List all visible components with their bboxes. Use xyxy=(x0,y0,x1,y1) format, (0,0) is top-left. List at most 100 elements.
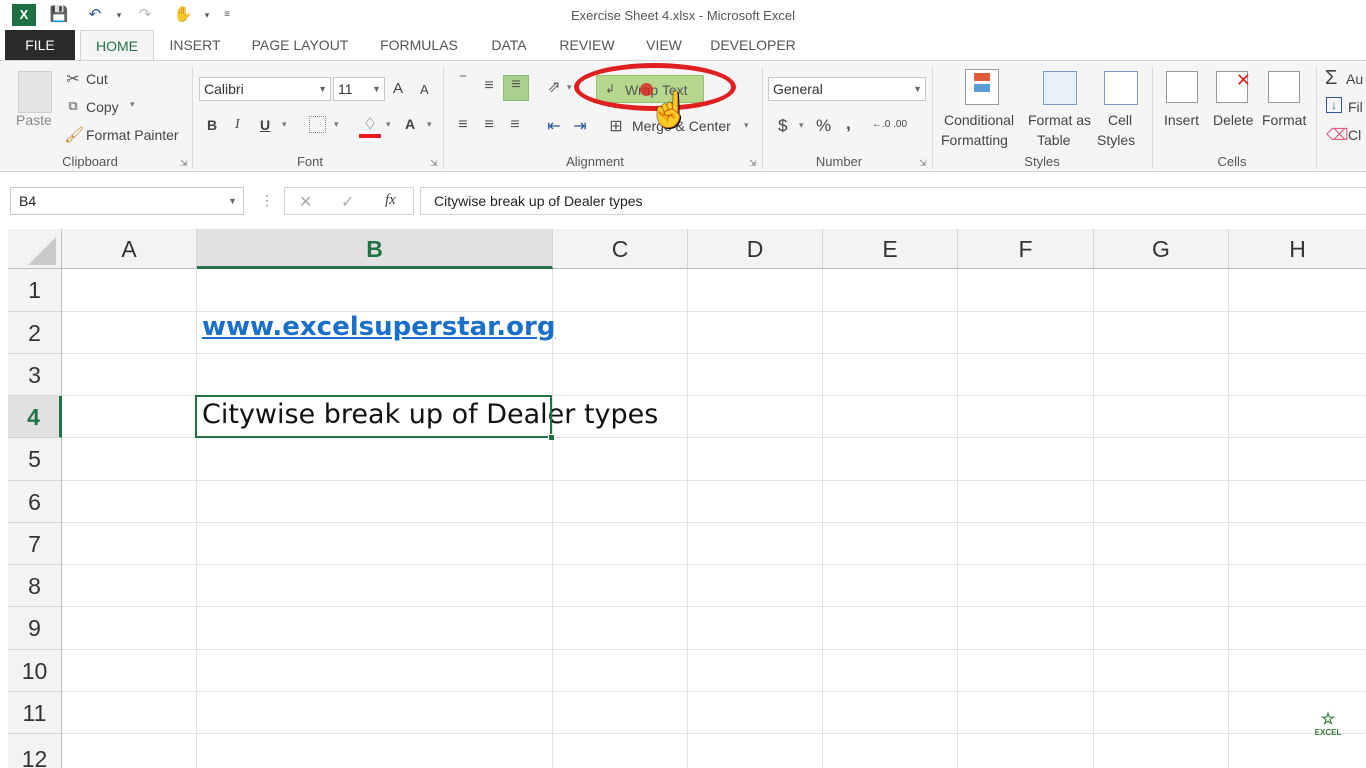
conditional-formatting-label[interactable]: Conditional xyxy=(944,112,1014,128)
insert-button[interactable]: Insert xyxy=(1164,112,1199,128)
conditional-formatting-icon[interactable] xyxy=(965,69,999,105)
cell-b2-hyperlink[interactable]: www.excelsuperstar.org xyxy=(202,312,555,342)
chevron-down-icon[interactable]: ▼ xyxy=(228,188,237,214)
row-header-3[interactable]: 3 xyxy=(8,354,62,396)
bottom-align-icon[interactable]: ≡ xyxy=(503,75,529,101)
column-header-a[interactable]: A xyxy=(62,229,197,269)
top-align-icon[interactable]: ‾ xyxy=(453,75,473,93)
name-box[interactable]: B4 ▼ xyxy=(10,187,244,215)
copy-dropdown-icon[interactable]: ▾ xyxy=(130,99,135,110)
orientation-dropdown-icon[interactable]: ▾ xyxy=(567,82,572,93)
tab-home[interactable]: HOME xyxy=(80,30,154,61)
alignment-launcher-icon[interactable]: ⇲ xyxy=(749,158,757,169)
copy-button[interactable]: Copy xyxy=(86,99,119,115)
row-header-4[interactable]: 4 xyxy=(8,396,62,438)
format-button[interactable]: Format xyxy=(1262,112,1306,128)
fill-color-dropdown-icon[interactable]: ▾ xyxy=(386,119,391,130)
font-size-combo[interactable]: 11 ▼ xyxy=(333,77,385,101)
grow-font-button[interactable]: A xyxy=(393,80,403,97)
cell-styles-icon[interactable] xyxy=(1104,71,1138,105)
column-header-f[interactable]: F xyxy=(958,229,1094,269)
tab-insert[interactable]: INSERT xyxy=(160,30,230,60)
clear-button[interactable]: Cl xyxy=(1348,127,1361,143)
delete-button[interactable]: Delete xyxy=(1213,112,1253,128)
row-header-9[interactable]: 9 xyxy=(8,607,62,650)
row-header-1[interactable]: 1 xyxy=(8,269,62,312)
row-header-6[interactable]: 6 xyxy=(8,481,62,523)
tab-formulas[interactable]: FORMULAS xyxy=(370,30,468,60)
column-header-d[interactable]: D xyxy=(688,229,823,269)
borders-icon[interactable] xyxy=(309,116,326,133)
comma-button[interactable]: , xyxy=(846,114,851,134)
formula-input[interactable]: Citywise break up of Dealer types xyxy=(420,187,1366,215)
align-left-icon[interactable]: ≡ xyxy=(453,116,473,134)
borders-dropdown-icon[interactable]: ▾ xyxy=(334,119,339,130)
orientation-icon[interactable]: ⇗ xyxy=(543,77,565,97)
underline-button[interactable]: U xyxy=(260,117,270,133)
tab-page-layout[interactable]: PAGE LAYOUT xyxy=(240,30,360,60)
format-as-table-label-2[interactable]: Table xyxy=(1037,132,1070,148)
column-header-c[interactable]: C xyxy=(553,229,688,269)
shrink-font-button[interactable]: A xyxy=(420,82,429,97)
italic-button[interactable]: I xyxy=(235,117,240,133)
fill-button[interactable]: Fil xyxy=(1348,99,1363,115)
paste-icon[interactable] xyxy=(18,71,52,113)
row-header-11[interactable]: 11 xyxy=(8,692,62,734)
percent-button[interactable]: % xyxy=(816,116,831,136)
more-options-icon[interactable]: ⋮ xyxy=(260,192,274,209)
conditional-formatting-label-2[interactable]: Formatting xyxy=(941,132,1008,148)
column-header-g[interactable]: G xyxy=(1094,229,1229,269)
tab-data[interactable]: DATA xyxy=(480,30,538,60)
row-header-7[interactable]: 7 xyxy=(8,523,62,565)
cut-button[interactable]: Cut xyxy=(86,71,108,87)
cell-styles-label[interactable]: Cell xyxy=(1108,112,1132,128)
currency-dropdown-icon[interactable]: ▾ xyxy=(799,120,804,131)
decrease-indent-icon[interactable]: ⇤ xyxy=(543,116,565,136)
delete-cells-icon[interactable]: ✕ xyxy=(1216,70,1251,103)
increase-indent-icon[interactable]: ⇥ xyxy=(569,116,591,136)
row-header-2[interactable]: 2 xyxy=(8,312,62,354)
middle-align-icon[interactable]: ≡ xyxy=(479,77,499,95)
font-launcher-icon[interactable]: ⇲ xyxy=(430,158,438,169)
tab-file[interactable]: FILE xyxy=(5,30,75,60)
eraser-icon[interactable]: ⌫ xyxy=(1326,125,1349,145)
row-header-5[interactable]: 5 xyxy=(8,438,62,481)
insert-function-icon[interactable]: fx xyxy=(385,192,396,209)
align-center-icon[interactable]: ≡ xyxy=(479,116,499,134)
cell-styles-label-2[interactable]: Styles xyxy=(1097,132,1135,148)
format-painter-icon[interactable]: 🖌 xyxy=(64,125,84,145)
tab-review[interactable]: REVIEW xyxy=(552,30,622,60)
merge-center-dropdown-icon[interactable]: ▾ xyxy=(744,120,749,131)
paste-button[interactable]: Paste xyxy=(16,112,52,128)
format-painter-button[interactable]: Format Painter xyxy=(86,127,179,143)
autosum-icon[interactable]: Σ xyxy=(1325,67,1337,90)
increase-decimal-button[interactable]: ←.0 .00 xyxy=(872,119,907,130)
column-header-b[interactable]: B xyxy=(197,229,553,269)
merge-center-icon[interactable]: ⊞ xyxy=(606,116,626,136)
currency-button[interactable]: $ xyxy=(778,116,787,136)
number-format-combo[interactable]: General ▼ xyxy=(768,77,926,101)
format-as-table-label[interactable]: Format as xyxy=(1028,112,1091,128)
tab-view[interactable]: VIEW xyxy=(636,30,692,60)
number-launcher-icon[interactable]: ⇲ xyxy=(919,158,927,169)
column-header-h[interactable]: H xyxy=(1229,229,1366,269)
tab-developer[interactable]: DEVELOPER xyxy=(704,30,802,60)
format-cells-icon[interactable] xyxy=(1268,71,1300,103)
clipboard-launcher-icon[interactable]: ⇲ xyxy=(180,158,188,169)
enter-icon[interactable]: ✓ xyxy=(341,192,354,212)
font-name-combo[interactable]: Calibri ▼ xyxy=(199,77,331,101)
bold-button[interactable]: B xyxy=(207,117,217,133)
cancel-icon[interactable]: ✕ xyxy=(299,192,312,212)
insert-cells-icon[interactable] xyxy=(1166,71,1198,103)
cut-icon[interactable]: ✂ xyxy=(64,69,82,89)
autosum-button[interactable]: Au xyxy=(1346,71,1363,87)
align-right-icon[interactable]: ≡ xyxy=(505,116,525,134)
row-header-12[interactable]: 12 xyxy=(8,734,62,768)
format-as-table-icon[interactable] xyxy=(1043,71,1077,105)
fill-color-icon[interactable]: ♢ xyxy=(360,114,380,134)
font-color-dropdown-icon[interactable]: ▾ xyxy=(427,119,432,130)
fill-icon[interactable]: ↓ xyxy=(1326,97,1342,113)
row-header-10[interactable]: 10 xyxy=(8,650,62,692)
underline-dropdown-icon[interactable]: ▾ xyxy=(282,119,287,130)
column-header-e[interactable]: E xyxy=(823,229,958,269)
